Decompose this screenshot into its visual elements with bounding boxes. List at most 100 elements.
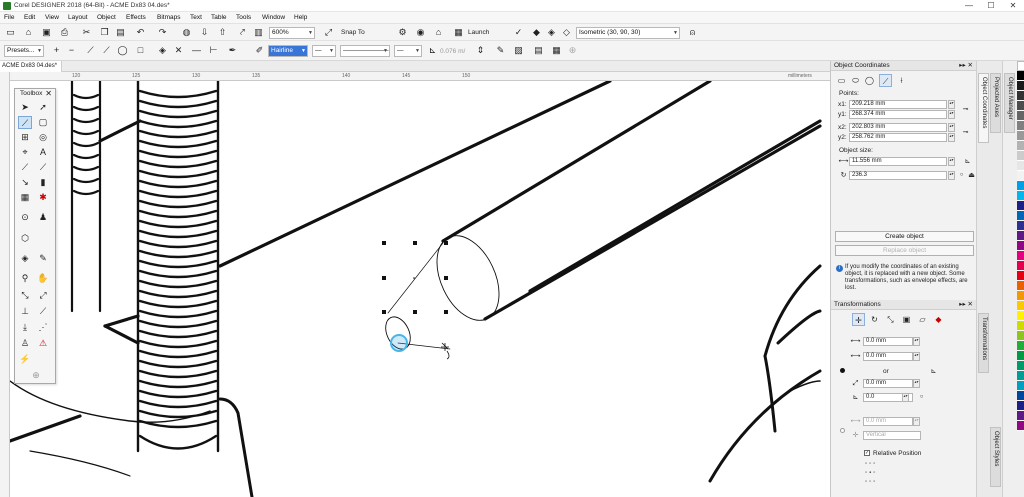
x1-field[interactable]: 209.218 mm — [849, 100, 947, 109]
color-swatch[interactable] — [1017, 161, 1024, 171]
color-swatch[interactable] — [1017, 81, 1024, 91]
curve-icon[interactable]: ◯ — [116, 44, 129, 57]
warning-tool-icon[interactable]: ⚠ — [36, 337, 50, 350]
save-icon[interactable]: ▣ — [40, 26, 53, 39]
menu-tools[interactable]: Tools — [236, 14, 251, 21]
outline-pen-icon[interactable]: ✐ — [253, 44, 266, 57]
snap-to-button[interactable]: Snap To — [341, 29, 365, 36]
document-tab[interactable]: ACME Dx83 04.des* ✕ — [0, 61, 62, 80]
maximize-button[interactable]: ☐ — [982, 0, 1000, 12]
undo-icon[interactable]: ↶ — [134, 26, 147, 39]
line-style-combo[interactable]: ——————— ▼ — [340, 45, 390, 57]
full-screen-icon[interactable]: ⤢ — [322, 26, 335, 39]
axis-tool-icon[interactable]: ⊥ — [18, 305, 32, 318]
menu-text[interactable]: Text — [190, 14, 202, 21]
color-swatch[interactable] — [1017, 341, 1024, 351]
color-swatch[interactable] — [1017, 281, 1024, 291]
create-object-button[interactable]: Create object — [835, 231, 974, 242]
projected-blue-icon[interactable]: ◈ — [545, 26, 558, 39]
rotate-icon[interactable]: ▦ — [550, 44, 563, 57]
open-icon[interactable]: ⌂ — [22, 26, 35, 39]
color-swatch[interactable] — [1017, 131, 1024, 141]
relative-icon[interactable]: ⊸ — [959, 126, 972, 139]
ellipse-shape-icon[interactable]: ⬭ — [849, 74, 862, 87]
color-swatch[interactable] — [1017, 111, 1024, 121]
tab-object-styles[interactable]: Object Styles — [990, 427, 1001, 487]
shape-tool-icon[interactable]: ➚ — [36, 101, 50, 114]
welcome-icon[interactable]: ◉ — [414, 26, 427, 39]
add-preset-icon[interactable]: + — [50, 44, 63, 57]
text-tool-icon[interactable]: A — [36, 146, 50, 159]
color-swatch[interactable] — [1017, 301, 1024, 311]
edit-icon[interactable]: ✎ — [494, 44, 507, 57]
skew-transform-icon[interactable]: ▱ — [916, 313, 929, 326]
color-swatch[interactable] — [1017, 61, 1024, 71]
horizontal-spinner[interactable]: ▴▾ — [913, 337, 920, 346]
angle-spinner[interactable]: ▴▾ — [902, 393, 909, 402]
spin-icon[interactable]: ⇕ — [474, 44, 487, 57]
color-swatch[interactable] — [1017, 221, 1024, 231]
x-field[interactable]: 0.0 mm — [863, 417, 913, 426]
no-fill-icon[interactable]: ✕ — [172, 44, 185, 57]
scale-transform-icon[interactable]: ⤡ — [884, 313, 897, 326]
x2-field[interactable]: 202.803 mm — [849, 123, 947, 132]
color-swatch[interactable] — [1017, 151, 1024, 161]
zoom-level-combo[interactable]: 600% ▼ — [269, 27, 315, 39]
zoom-tool-icon[interactable]: ⚲ — [18, 272, 32, 285]
angle-spinner[interactable]: ▴▾ — [948, 171, 955, 180]
menu-view[interactable]: View — [45, 14, 59, 21]
horizontal-ruler[interactable]: 120 125 130 135 140 145 150 millimeters — [10, 72, 830, 81]
relative-position-checkbox[interactable]: ✓ — [864, 450, 870, 456]
dimension-tool-icon[interactable]: ⤡ — [18, 289, 32, 302]
tab-projected-axes[interactable]: Projected Axes — [990, 73, 1001, 133]
menu-file[interactable]: File — [4, 14, 14, 21]
color-swatch[interactable] — [1017, 181, 1024, 191]
menu-object[interactable]: Object — [97, 14, 116, 21]
callout-tool-icon[interactable]: ✱ — [36, 191, 50, 204]
interactive-tool-icon[interactable]: ⚡ — [18, 353, 32, 366]
3d-transform-icon[interactable]: ◆ — [932, 313, 945, 326]
pick-tool-icon[interactable]: ➤ — [18, 101, 32, 114]
fill-tool-icon[interactable]: ◈ — [18, 252, 32, 265]
align-icon[interactable]: ▤ — [532, 44, 545, 57]
color-swatch[interactable] — [1017, 311, 1024, 321]
add-tool-icon[interactable]: ⊕ — [29, 369, 43, 382]
line-style-icon[interactable]: — — [190, 44, 203, 57]
projected-green-icon[interactable]: ◇ — [560, 26, 573, 39]
menu-effects[interactable]: Effects — [126, 14, 146, 21]
link-icon[interactable]: ⊾ — [927, 365, 940, 378]
radio-unselected[interactable] — [840, 428, 845, 433]
eraser-tool-icon[interactable]: ▮ — [36, 176, 50, 189]
anchor-combo[interactable]: Vertical — [863, 431, 921, 440]
vertical-tool-icon[interactable]: ⤓ — [18, 321, 32, 334]
menu-bitmaps[interactable]: Bitmaps — [157, 14, 180, 21]
pdf-icon[interactable]: ▥ — [252, 26, 265, 39]
color-swatch[interactable] — [1017, 121, 1024, 131]
color-swatch[interactable] — [1017, 351, 1024, 361]
color-swatch[interactable] — [1017, 421, 1024, 431]
launch-icon[interactable]: ▦ — [452, 26, 465, 39]
new-document-icon[interactable]: ▭ — [4, 26, 17, 39]
color-swatch[interactable] — [1017, 381, 1024, 391]
grid-tool-icon[interactable]: ▦ — [18, 191, 32, 204]
y1-spinner[interactable]: ▴▾ — [948, 110, 955, 119]
pan-tool-icon[interactable]: ✋ — [36, 272, 50, 285]
color-swatch[interactable] — [1017, 211, 1024, 221]
size-spinner[interactable]: ▴▾ — [948, 157, 955, 166]
relative-icon[interactable]: ⊸ — [959, 103, 972, 116]
slope-tool-icon[interactable]: ⟋ — [36, 305, 50, 318]
color-swatch[interactable] — [1017, 331, 1024, 341]
toolbox-panel[interactable]: Toolbox ✕ ➤ ➚ ⟋ ▢ ⊞ ◎ ⌖ A ⟋ ⟋ ↘ ▮ ▦ ✱ ⊙ … — [14, 88, 56, 384]
close-icon[interactable]: ▸▸ ✕ — [959, 61, 973, 71]
connector-tool-icon[interactable]: ↘ — [18, 176, 32, 189]
tab-object-manager[interactable]: Object Manager — [1004, 73, 1015, 133]
color-swatch[interactable] — [1017, 271, 1024, 281]
size-transform-icon[interactable]: ▣ — [900, 313, 913, 326]
color-swatch[interactable] — [1017, 191, 1024, 201]
bezier-tool-icon[interactable]: ⌖ — [18, 146, 32, 159]
line-ends-icon[interactable]: ⊢ — [207, 44, 220, 57]
color-swatch[interactable] — [1017, 411, 1024, 421]
tab-transformations[interactable]: Transformations — [978, 313, 989, 373]
rotate-transform-icon[interactable]: ↻ — [868, 313, 881, 326]
group-tool-icon[interactable]: ⊙ — [18, 211, 32, 224]
